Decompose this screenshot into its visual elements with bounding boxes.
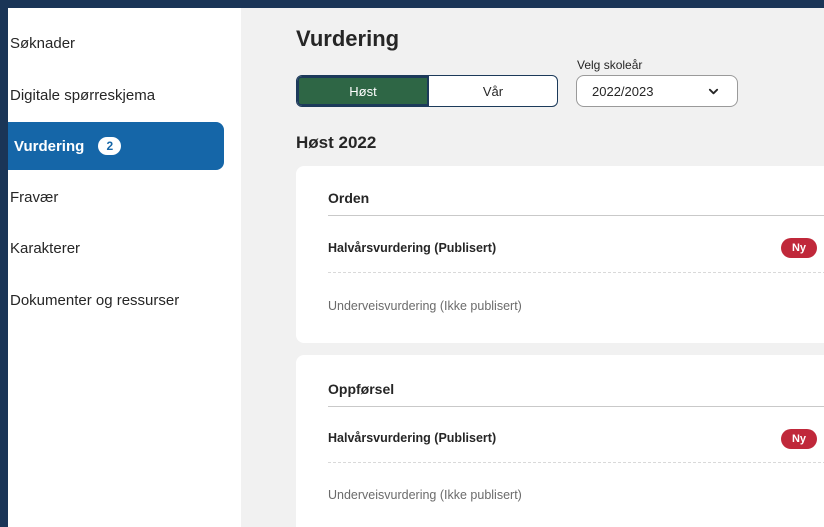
sidebar: Søknader Digitale spørreskjema Vurdering… [8,8,241,527]
assessment-card-orden: Orden Halvårsvurdering (Publisert) Ny Un… [296,166,824,343]
divider [328,406,824,407]
divider [328,272,824,273]
semester-option-host[interactable]: Høst [297,76,429,106]
school-year-value: 2022/2023 [592,83,654,99]
season-heading: Høst 2022 [296,133,377,152]
card-title: Orden [328,190,370,206]
page-title: Vurdering [296,26,400,51]
school-year-label: Velg skoleår [577,58,643,72]
card-title: Oppførsel [328,381,395,397]
sidebar-item-digitale-sporreskjema[interactable]: Digitale spørreskjema [8,71,224,119]
sidebar-item-karakterer[interactable]: Karakterer [8,224,224,272]
assessment-row-underveisvurdering[interactable]: Underveisvurdering (Ikke publisert) [328,299,522,313]
assessment-row-halvarsvurdering[interactable]: Halvårsvurdering (Publisert) [328,431,496,445]
sidebar-item-label: Karakterer [10,239,81,257]
sidebar-item-label: Søknader [10,34,76,52]
semester-option-var[interactable]: Vår [429,76,557,106]
sidebar-item-label: Digitale spørreskjema [10,86,156,104]
new-badge: Ny [781,429,817,449]
assessment-row-halvarsvurdering[interactable]: Halvårsvurdering (Publisert) [328,241,496,255]
semester-toggle: Høst Vår [296,75,558,107]
assessment-card-oppforsel: Oppførsel Halvårsvurdering (Publisert) N… [296,355,824,527]
sidebar-item-dokumenter-og-ressurser[interactable]: Dokumenter og ressurser [8,276,224,324]
sidebar-item-label: Fravær [10,188,59,206]
chevron-down-icon [708,88,719,95]
sidebar-item-soknader[interactable]: Søknader [8,19,224,67]
school-year-select[interactable]: 2022/2023 [576,75,738,107]
divider [328,462,824,463]
sidebar-item-label: Vurdering [14,137,85,155]
sidebar-item-label: Dokumenter og ressurser [10,291,180,309]
main-content: Vurdering Høst Vår Velg skoleår 2022/202… [241,8,824,527]
app-frame: Søknader Digitale spørreskjema Vurdering… [8,8,824,527]
sidebar-item-fravaer[interactable]: Fravær [8,173,224,221]
divider [328,215,824,216]
assessment-row-underveisvurdering[interactable]: Underveisvurdering (Ikke publisert) [328,488,522,502]
new-badge: Ny [781,238,817,258]
sidebar-item-vurdering[interactable]: Vurdering 2 [8,122,224,170]
count-badge: 2 [98,137,122,155]
